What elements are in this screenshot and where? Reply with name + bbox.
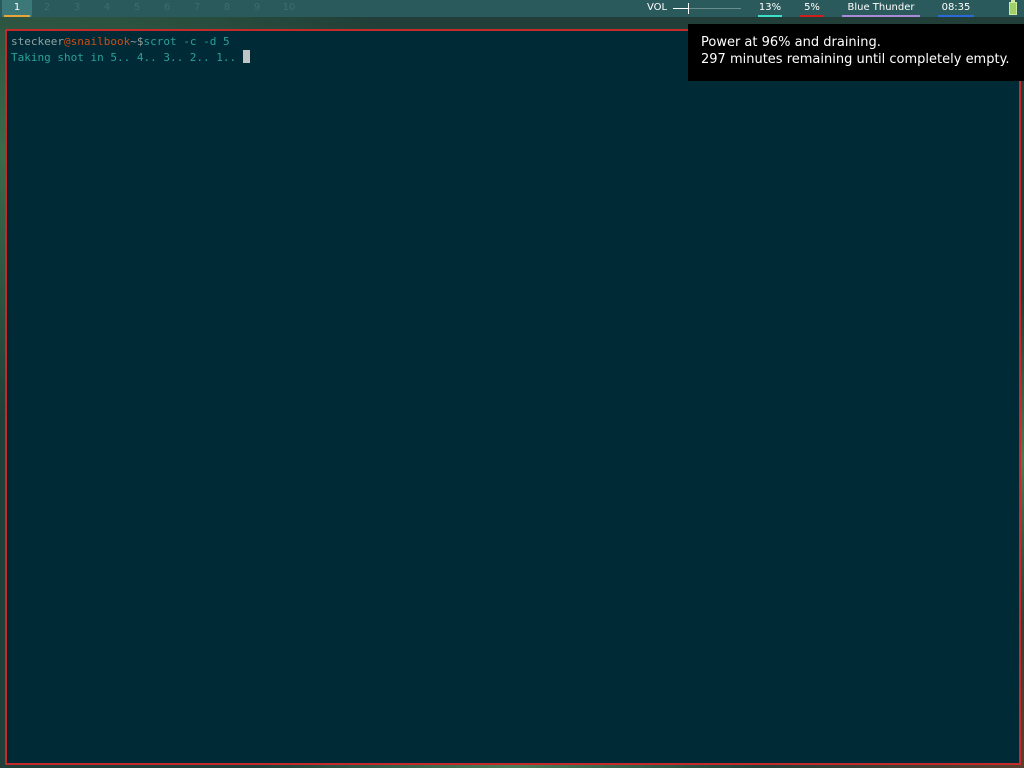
workspace-3[interactable]: 3 [62, 0, 92, 17]
cpu-usage-indicator [758, 15, 782, 17]
volume-slider[interactable] [673, 3, 741, 14]
clock-time: 08:35 [941, 2, 971, 13]
workspace-label: 10 [282, 2, 296, 13]
workspace-label: 3 [73, 2, 81, 13]
workspace-label: 9 [253, 2, 261, 13]
volume-slider-fill [673, 8, 688, 9]
workspace-6[interactable]: 6 [152, 0, 182, 17]
terminal-output-line: Taking shot in 5.. 4.. 3.. 2.. 1.. [11, 50, 250, 64]
memory-usage: 5% [800, 0, 824, 17]
network-name: Blue Thunder [847, 2, 915, 13]
workspace-8[interactable]: 8 [212, 0, 242, 17]
workspace-9[interactable]: 9 [242, 0, 272, 17]
workspace-1[interactable]: 1 [2, 0, 32, 17]
cpu-usage: 13% [758, 0, 782, 17]
workspace-label: 7 [193, 2, 201, 13]
network-indicator [842, 15, 920, 17]
terminal-window[interactable]: steckeer@snailbook~$scrot -c -d 5 Taking… [5, 29, 1021, 765]
workspace-label: 2 [43, 2, 51, 13]
terminal-cursor [242, 50, 250, 63]
workspace-2[interactable]: 2 [32, 0, 62, 17]
workspace-label: 8 [223, 2, 231, 13]
memory-usage-indicator [800, 15, 824, 17]
workspace-7[interactable]: 7 [182, 0, 212, 17]
terminal-prompt-line: steckeer@snailbook~$scrot -c -d 5 [11, 35, 230, 48]
cpu-usage-value: 13% [758, 2, 782, 13]
workspace-label: 1 [13, 2, 21, 13]
volume-label: VOL [646, 2, 668, 13]
workspace-10[interactable]: 10 [274, 0, 304, 17]
workspace-5[interactable]: 5 [122, 0, 152, 17]
status-bar: 1 2 3 4 5 6 7 8 9 10 VOL 13% 5% Blue Thu… [0, 0, 1024, 17]
terminal-command: scrot -c -d 5 [143, 35, 230, 48]
battery-notification[interactable]: Power at 96% and draining. 297 minutes r… [688, 24, 1024, 81]
clock-indicator [938, 15, 974, 17]
memory-usage-value: 5% [804, 2, 820, 13]
prompt-user: steckeer [11, 35, 64, 48]
prompt-host: snailbook [70, 35, 131, 48]
workspace-label: 4 [103, 2, 111, 13]
terminal-output: Taking shot in 5.. 4.. 3.. 2.. 1.. [11, 51, 243, 64]
workspace-label: 6 [163, 2, 171, 13]
network-status[interactable]: Blue Thunder [842, 0, 920, 17]
clock: 08:35 [938, 0, 974, 17]
prompt-cwd: ~$ [130, 35, 144, 48]
battery-icon[interactable] [1009, 0, 1017, 15]
volume-slider-handle[interactable] [688, 3, 689, 14]
workspace-label: 5 [133, 2, 141, 13]
workspace-4[interactable]: 4 [92, 0, 122, 17]
notification-line-2: 297 minutes remaining until completely e… [701, 52, 1010, 67]
prompt-at: @ [63, 35, 71, 48]
notification-line-1: Power at 96% and draining. [701, 35, 881, 50]
workspace-active-indicator [4, 15, 30, 17]
